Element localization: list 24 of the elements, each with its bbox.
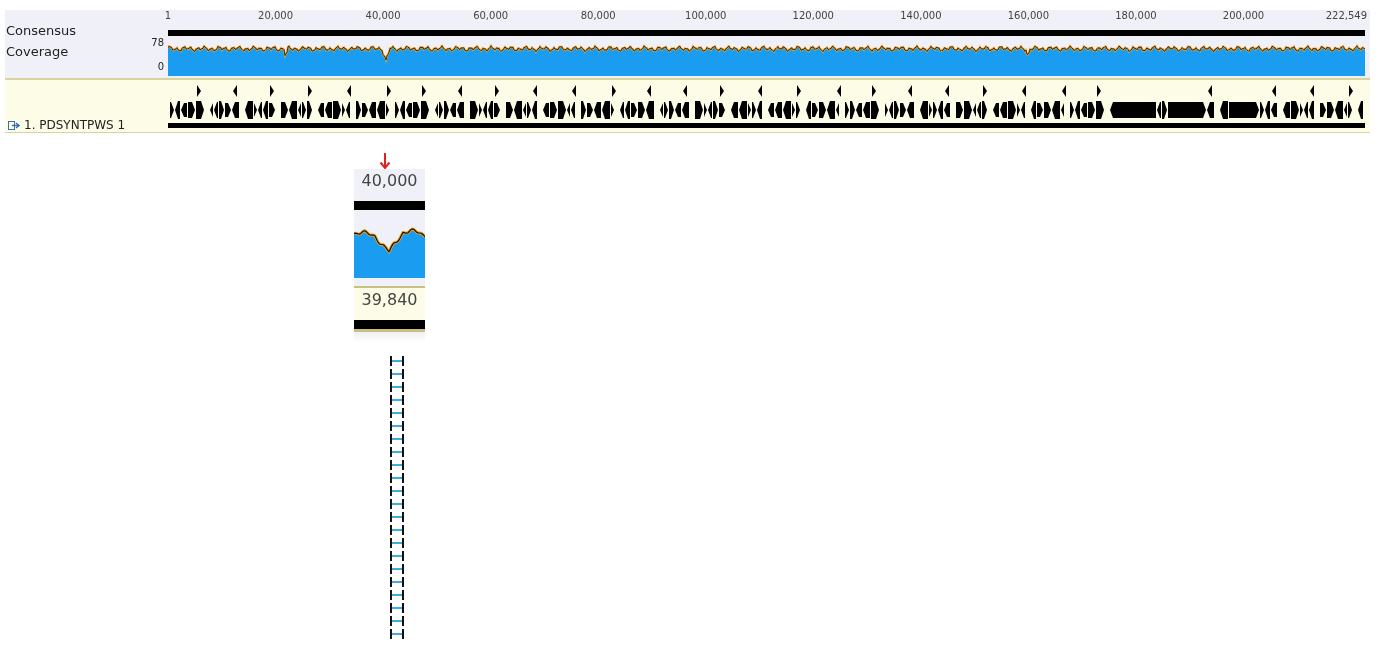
track-footer [354,329,425,342]
position-label: 40,000 [354,169,425,201]
ruler-tick-label: 180,000 [1115,10,1157,21]
ruler-tick-label: 200,000 [1222,10,1265,21]
ruler-tick-label: 100,000 [685,10,727,21]
ruler-tick-label: 140,000 [900,10,942,21]
position-label: 39,840 [354,286,425,320]
consensus-bar [354,201,425,210]
sequence-name[interactable]: 1. PDSYNTPWS 1 [8,118,126,132]
ruler-tick-label: 222,549 [1325,10,1368,21]
sequence-icon [8,120,20,130]
sequence-bar [354,320,425,329]
coverage-label: Coverage [6,44,70,59]
ruler-tick-label: 80,000 [580,10,616,21]
ruler-tick-label: 60,000 [473,10,509,21]
ruler-tick-label: 40,000 [365,10,401,21]
ruler-tick-label: 160,000 [1007,10,1050,21]
ruler-tick-label: 20,000 [258,10,294,21]
axis-max-label: 78 [151,36,164,50]
consensus-label: Consensus [6,23,78,38]
ruler-tick-label: 1 [164,10,172,21]
down-arrow-icon [379,153,391,169]
ruler-tick-label: 120,000 [792,10,834,21]
axis-min-label: 0 [157,60,164,74]
